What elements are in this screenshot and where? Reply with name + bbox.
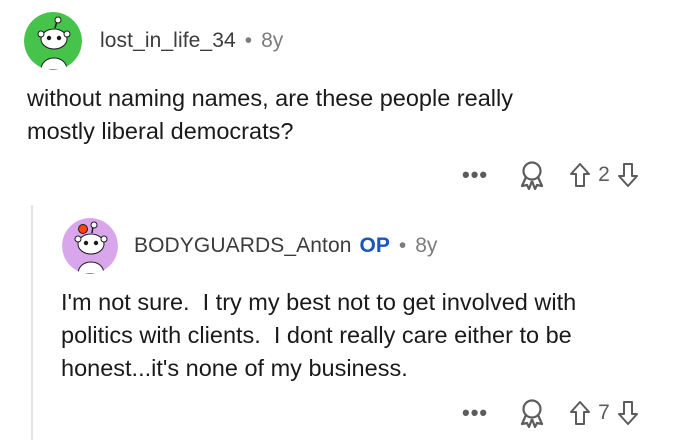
comment-header: BODYGUARDS_Anton OP • 8y [62, 218, 437, 274]
comment-body: without naming names, are these people r… [27, 85, 513, 144]
award-button[interactable] [518, 398, 546, 428]
op-badge: OP [359, 234, 390, 257]
avatar[interactable] [62, 218, 118, 274]
comment-age: 8y [261, 29, 284, 52]
separator-dot: • [398, 234, 407, 257]
vote-controls: 7 [568, 399, 640, 427]
upvote-arrow-icon[interactable] [568, 399, 592, 427]
award-icon [521, 161, 544, 190]
snoo-avatar-icon [62, 218, 118, 274]
upvote-arrow-icon[interactable] [568, 161, 592, 189]
comment-header: lost_in_life_34 • 8y [24, 12, 283, 70]
comment-action-bar: ••• 7 [462, 398, 640, 428]
more-options-button[interactable]: ••• [462, 402, 488, 424]
comment-action-bar: ••• 2 [462, 160, 640, 190]
vote-score: 7 [598, 401, 610, 424]
username[interactable]: lost_in_life_34 [100, 29, 236, 53]
downvote-arrow-icon[interactable] [616, 161, 640, 189]
separator-dot: • [244, 29, 253, 52]
comment-body: I'm not sure. I try my best not to get i… [61, 289, 577, 381]
vote-score: 2 [598, 163, 610, 186]
vote-controls: 2 [568, 161, 640, 189]
username[interactable]: BODYGUARDS_Anton [134, 234, 352, 258]
comment-age: 8y [415, 234, 438, 257]
thread-line[interactable] [31, 205, 33, 440]
downvote-arrow-icon[interactable] [616, 399, 640, 427]
award-icon [521, 399, 544, 428]
more-options-button[interactable]: ••• [462, 164, 488, 186]
avatar[interactable] [24, 12, 82, 70]
snoo-avatar-icon [24, 12, 82, 70]
comment-thread: lost_in_life_34 • 8y without naming name… [0, 0, 700, 440]
award-button[interactable] [518, 160, 546, 190]
